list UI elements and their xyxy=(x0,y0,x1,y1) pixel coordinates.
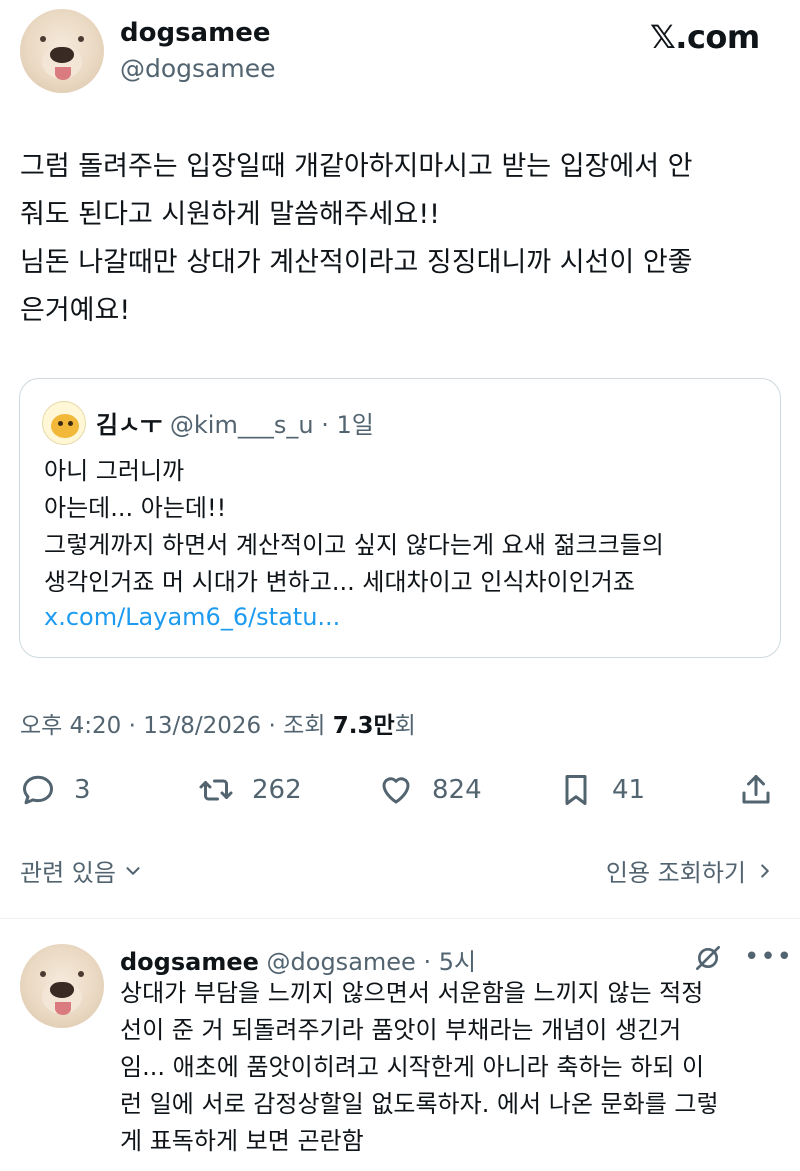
bookmark-count: 41 xyxy=(612,775,646,805)
divider xyxy=(0,918,800,919)
share-button[interactable] xyxy=(738,765,774,815)
reply-text: 상대가 부담을 느끼지 않으면서 서운함을 느끼지 않는 적정 선이 준 거 되… xyxy=(120,975,792,1160)
reply-text-line: 선이 준 거 되돌려주기라 품앗이 부채라는 개념이 생긴거 xyxy=(120,1016,682,1044)
meta-separator: · xyxy=(121,713,144,739)
related-toggle[interactable]: 관련 있음 xyxy=(20,853,144,888)
repost-button[interactable]: 262 xyxy=(198,765,302,815)
reply-button[interactable]: 3 xyxy=(20,765,91,815)
views-count: 7.3 xyxy=(332,713,374,739)
bookmark-button[interactable]: 41 xyxy=(558,765,645,815)
chevron-right-icon xyxy=(761,863,769,878)
post-date[interactable]: 13/8/2026 xyxy=(143,713,261,739)
reply-separator: · xyxy=(423,948,432,976)
reply-author-avatar[interactable] xyxy=(20,944,104,1028)
reply-text-line: 임... 애초에 품앗이히려고 시작한게 아니라 축하는 하되 이 xyxy=(120,1053,705,1081)
quoted-separator: · xyxy=(321,411,329,439)
view-quotes-label: 인용 조회하기 xyxy=(605,859,746,887)
quoted-time[interactable]: 1일 xyxy=(336,411,373,439)
grok-icon[interactable] xyxy=(692,942,724,974)
post-text-line: 줘도 된다고 시원하게 말씀해주세요!! xyxy=(20,199,440,230)
chevron-down-icon xyxy=(126,866,140,875)
author-name[interactable]: dogsamee xyxy=(120,18,270,48)
reply-count: 3 xyxy=(74,775,91,805)
x-logo: 𝕏.com xyxy=(650,18,760,56)
quoted-text-line: 아니 그러니까 xyxy=(44,457,185,485)
post-text-line: 그럼 돌려주는 입장일때 개같아하지마시고 받는 입장에서 안 xyxy=(20,151,693,182)
reply-text-line: 상대가 부담을 느끼지 않으면서 서운함을 느끼지 않는 적정 xyxy=(120,979,704,1007)
author-avatar[interactable] xyxy=(20,9,104,93)
reply-author-name[interactable]: dogsamee xyxy=(120,948,259,976)
post-time[interactable]: 오후 4:20 xyxy=(20,713,121,739)
quoted-text-line: 그렇게까지 하면서 계산적이고 싶지 않다는게 요새 젊크크들의 xyxy=(44,531,664,559)
view-quotes-link[interactable]: 인용 조회하기 xyxy=(606,853,776,888)
share-upload-icon xyxy=(742,775,770,804)
post-text-line: 님돈 나갈때만 상대가 계산적이라고 징징대니까 시선이 안좋 xyxy=(20,247,693,278)
related-label: 관련 있음 xyxy=(20,859,116,887)
quoted-author-handle[interactable]: @kim___s_u xyxy=(170,411,314,439)
author-handle[interactable]: @dogsamee xyxy=(120,54,276,83)
quoted-text-line: 생각인거죠 머 시대가 변하고... 세대차이고 인식차이인거죠 xyxy=(44,568,635,596)
quoted-link[interactable]: x.com/Layam6_6/statu... xyxy=(44,603,340,631)
views-label: 조회 xyxy=(283,713,333,739)
reply-text-line: 게 표독하게 보면 곤란함 xyxy=(120,1127,364,1155)
repost-count: 262 xyxy=(252,775,302,805)
more-dots-icon[interactable]: ••• xyxy=(744,942,792,972)
quoted-author-avatar[interactable] xyxy=(42,401,86,445)
meta-separator: · xyxy=(261,713,284,739)
bookmark-icon xyxy=(565,775,587,805)
quoted-post[interactable]: 김ㅅㅜ @kim___s_u · 1일 아니 그러니까 아는데... 아는데!!… xyxy=(19,378,781,658)
like-count: 824 xyxy=(432,775,482,805)
post-text: 그럼 돌려주는 입장일때 개같아하지마시고 받는 입장에서 안 줘도 된다고 시… xyxy=(20,143,790,335)
views-unit-man: 만 xyxy=(373,713,395,739)
post-text-line: 은거예요! xyxy=(20,295,131,326)
action-bar: 3 262 824 41 xyxy=(0,765,800,815)
quoted-meta: 김ㅅㅜ @kim___s_u · 1일 xyxy=(96,405,374,440)
quoted-text: 아니 그러니까 아는데... 아는데!! 그렇게까지 하면서 계산적이고 싶지 … xyxy=(44,453,774,601)
like-button[interactable]: 824 xyxy=(378,765,482,815)
heart-icon xyxy=(382,777,410,804)
post-meta: 오후 4:20 · 13/8/2026 · 조회 7.3만회 xyxy=(20,706,416,740)
views-unit-hoe: 회 xyxy=(394,713,416,739)
repost-arrows-icon xyxy=(199,779,233,801)
reply-author-handle[interactable]: @dogsamee xyxy=(267,948,416,976)
reply-time[interactable]: 5시 xyxy=(439,948,476,976)
reply-meta: dogsamee @dogsamee · 5시 xyxy=(120,942,476,977)
speech-bubble-icon xyxy=(23,775,53,805)
quoted-author-name[interactable]: 김ㅅㅜ xyxy=(96,411,162,439)
quoted-text-line: 아는데... 아는데!! xyxy=(44,494,227,522)
reply-text-line: 런 일에 서로 감정상할일 없도록하자. 에서 나온 문화를 그렇 xyxy=(120,1090,719,1118)
post-header: dogsamee @dogsamee 𝕏.com xyxy=(0,0,800,110)
